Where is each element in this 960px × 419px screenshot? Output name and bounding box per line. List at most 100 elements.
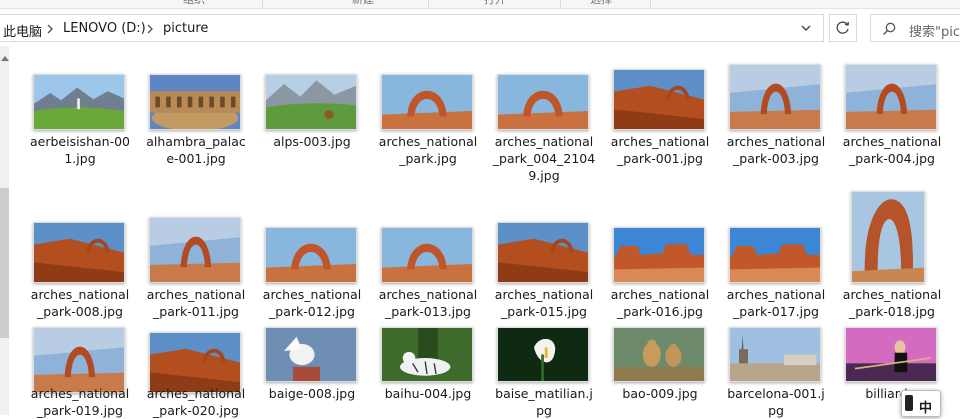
file-thumbnail[interactable] — [265, 327, 357, 382]
file-name[interactable]: arches_national _park-013.jpg — [370, 286, 486, 320]
refresh-button[interactable] — [829, 14, 857, 42]
file-thumbnail[interactable] — [265, 227, 357, 283]
ribbon-group-select[interactable]: 选择 — [590, 0, 612, 7]
file-thumbnail[interactable] — [613, 69, 705, 130]
file-thumbnail[interactable] — [33, 327, 125, 393]
file-thumbnail[interactable] — [729, 64, 821, 130]
file-name[interactable]: arches_national _park-016.jpg — [602, 286, 718, 320]
file-name-line: baihu-004.jpg — [384, 386, 472, 401]
file-name[interactable]: baise_matilian.jpg — [486, 385, 602, 419]
ribbon: 组织 新建 打开 选择 — [0, 0, 960, 9]
file-name[interactable]: arches_national _park-011.jpg — [138, 286, 254, 320]
file-name[interactable]: baige-008.jpg — [254, 385, 370, 402]
file-name-line: _park.jpg — [399, 151, 457, 166]
chevron-right-icon[interactable] — [145, 23, 155, 35]
file-name-line: baise_matilian.j — [495, 386, 593, 401]
file-name[interactable]: alps-003.jpg — [254, 133, 370, 150]
file-name-line: arches_national — [842, 287, 942, 302]
file-name[interactable]: baihu-004.jpg — [370, 385, 486, 402]
file-name[interactable]: arches_national _park-020.jpg — [138, 385, 254, 419]
file-name[interactable]: barcelona-001.j pg — [718, 385, 834, 419]
file-thumbnail[interactable] — [613, 227, 705, 283]
ribbon-separator — [560, 0, 561, 8]
chevron-down-icon[interactable] — [799, 21, 813, 35]
file-name-line: arches_national — [494, 287, 594, 302]
file-name[interactable]: arches_national _park_004_2104 9.jpg — [486, 133, 602, 184]
file-thumbnail[interactable] — [149, 74, 241, 130]
file-name-line: e-001.jpg — [166, 151, 226, 166]
file-name[interactable]: arches_national _park-018.jpg — [834, 286, 950, 320]
file-name-line: 9.jpg — [528, 168, 560, 183]
file-name-line: baige-008.jpg — [268, 386, 356, 401]
scrollbar-thumb[interactable] — [0, 188, 9, 338]
file-thumbnail[interactable] — [381, 227, 473, 283]
breadcrumb-drive[interactable]: LENOVO (D:) — [63, 21, 146, 36]
file-name-line: arches_national — [726, 287, 826, 302]
file-name-line: arches_national — [610, 134, 710, 149]
file-thumbnail[interactable] — [845, 327, 937, 382]
ribbon-group-organize[interactable]: 组织 — [183, 0, 205, 7]
file-thumbnail[interactable] — [149, 332, 241, 393]
ime-label: 中 — [919, 401, 933, 416]
address-row: 此电脑 LENOVO (D:) picture 搜索"pic... — [0, 12, 960, 46]
file-thumbnail[interactable] — [497, 327, 589, 382]
file-name-line: _park-015.jpg — [501, 304, 587, 319]
file-name[interactable]: arches_national _park-017.jpg — [718, 286, 834, 320]
file-thumbnail[interactable] — [497, 74, 589, 130]
file-thumbnail[interactable] — [497, 222, 589, 283]
file-thumbnail[interactable] — [33, 74, 125, 130]
file-thumbnail[interactable] — [729, 227, 821, 283]
ribbon-group-new[interactable]: 新建 — [352, 0, 374, 7]
file-thumbnail[interactable] — [381, 74, 473, 130]
file-name[interactable]: alhambra_palac e-001.jpg — [138, 133, 254, 167]
file-thumbnail[interactable] — [613, 327, 705, 382]
file-name[interactable]: arches_national _park-008.jpg — [22, 286, 138, 320]
ribbon-separator — [262, 0, 263, 8]
file-name[interactable]: aerbeisishan-00 1.jpg — [22, 133, 138, 167]
file-name-line: _park-008.jpg — [37, 304, 123, 319]
navigation-pane-scrollbar[interactable] — [0, 46, 9, 415]
file-name-line: aerbeisishan-00 — [29, 134, 130, 149]
file-name-line: arches_national — [30, 287, 130, 302]
breadcrumb-this-pc[interactable]: 此电脑 — [3, 21, 42, 40]
file-name-line: alhambra_palac — [146, 134, 246, 149]
file-thumbnail[interactable] — [33, 222, 125, 283]
file-name[interactable]: arches_national _park-012.jpg — [254, 286, 370, 320]
breadcrumb-folder[interactable]: picture — [163, 21, 208, 36]
refresh-icon — [836, 21, 849, 34]
ime-indicator[interactable]: 中 — [901, 390, 941, 417]
chevron-right-icon[interactable] — [45, 23, 55, 35]
ribbon-separator — [650, 0, 651, 8]
file-name-line: _park-003.jpg — [733, 151, 819, 166]
file-name[interactable]: arches_national _park-003.jpg — [718, 133, 834, 167]
file-name[interactable]: bao-009.jpg — [602, 385, 718, 402]
file-name-line: arches_national — [30, 386, 130, 401]
file-name-line: arches_national — [610, 287, 710, 302]
file-thumbnail[interactable] — [265, 74, 357, 130]
file-name[interactable]: arches_national _park-015.jpg — [486, 286, 602, 320]
file-name-line: 1.jpg — [64, 151, 96, 166]
file-name-line: arches_national — [262, 287, 362, 302]
file-name[interactable]: arches_national _park-004.jpg — [834, 133, 950, 167]
file-name-line: arches_national — [378, 134, 478, 149]
search-box[interactable]: 搜索"pic... — [870, 14, 960, 42]
search-icon — [883, 22, 896, 35]
file-name-line: pg — [768, 403, 784, 418]
file-name-line: arches_national — [494, 134, 594, 149]
file-name[interactable]: arches_national _park-019.jpg — [22, 385, 138, 419]
scroll-up-arrow-icon[interactable] — [1, 56, 9, 61]
file-thumbnail[interactable] — [851, 191, 925, 283]
file-name-line: _park-019.jpg — [37, 403, 123, 418]
file-name[interactable]: arches_national _park.jpg — [370, 133, 486, 167]
file-name-line: pg — [536, 403, 552, 418]
file-name-line: _park-016.jpg — [617, 304, 703, 319]
address-bar[interactable]: 此电脑 LENOVO (D:) picture — [0, 14, 824, 42]
file-thumbnail[interactable] — [845, 64, 937, 130]
file-name-line: arches_national — [146, 287, 246, 302]
file-name-line: bao-009.jpg — [622, 386, 698, 401]
file-thumbnail[interactable] — [149, 217, 241, 283]
ribbon-group-open[interactable]: 打开 — [484, 0, 506, 7]
file-thumbnail[interactable] — [729, 327, 821, 382]
file-name[interactable]: arches_national _park-001.jpg — [602, 133, 718, 167]
file-thumbnail[interactable] — [381, 327, 473, 382]
